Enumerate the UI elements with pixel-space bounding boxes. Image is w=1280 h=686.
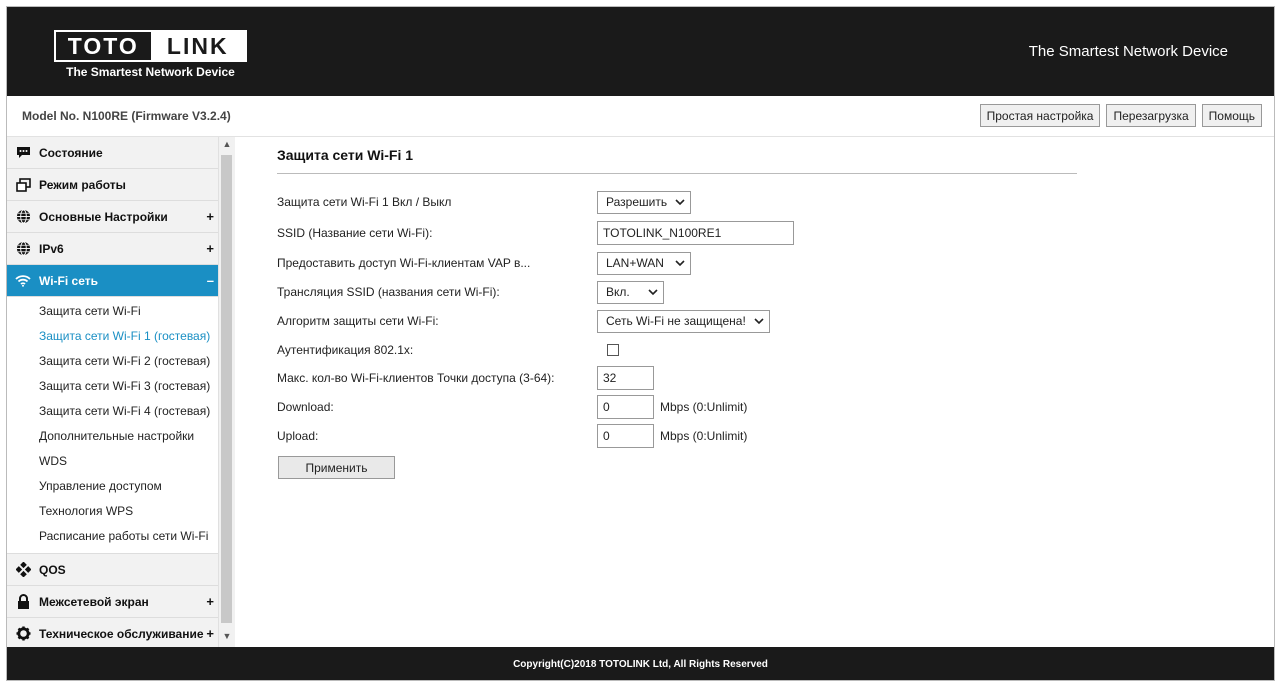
- page-title: Защита сети Wi-Fi 1: [277, 147, 414, 163]
- router-admin-window: TOTO LINK The Smartest Network Device Th…: [6, 6, 1275, 681]
- ssid-input[interactable]: TOTOLINK_N100RE1: [597, 221, 794, 245]
- form-row-max-clients: Макс. кол-во Wi-Fi-клиентов Точки доступ…: [277, 366, 1077, 390]
- globe-icon: [15, 241, 31, 257]
- vap-access-select[interactable]: LAN+WAN: [597, 251, 691, 275]
- expand-icon: +: [206, 209, 214, 224]
- reboot-button[interactable]: Перезагрузка: [1106, 104, 1196, 127]
- field-label: Алгоритм защиты сети Wi-Fi:: [277, 314, 439, 328]
- submenu-item-wifi-guest-3[interactable]: Защита сети Wi-Fi 3 (гостевая): [7, 374, 218, 399]
- chevron-down-icon: [648, 285, 658, 302]
- field-label: Upload:: [277, 429, 319, 443]
- form-row-ssid-broadcast: Трансляция SSID (названия сети Wi-Fi): В…: [277, 280, 1077, 304]
- form-row-encryption: Алгоритм защиты сети Wi-Fi: Сеть Wi-Fi н…: [277, 309, 1077, 333]
- sidebar-item-basic-settings[interactable]: Основные Настройки +: [7, 201, 218, 233]
- logo-subtitle: The Smartest Network Device: [66, 65, 235, 79]
- sidebar-item-ipv6[interactable]: IPv6 +: [7, 233, 218, 265]
- submenu-item-wds[interactable]: WDS: [7, 449, 218, 474]
- field-label: Аутентификация 802.1x:: [277, 343, 414, 357]
- submenu-item-wifi-security[interactable]: Защита сети Wi-Fi: [7, 299, 218, 324]
- field-label: SSID (Название сети Wi-Fi):: [277, 226, 433, 240]
- sidebar-item-mode[interactable]: Режим работы: [7, 169, 218, 201]
- form-row-upload: Upload: 0 Mbps (0:Unlimit): [277, 424, 1077, 448]
- form-row-vap-access: Предоставить доступ Wi-Fi-клиентам VAP в…: [277, 251, 1077, 275]
- sidebar-item-label: Wi-Fi сеть: [39, 273, 98, 288]
- download-unit: Mbps (0:Unlimit): [660, 400, 748, 414]
- field-label: Трансляция SSID (названия сети Wi-Fi):: [277, 285, 500, 299]
- field-label: Макс. кол-во Wi-Fi-клиентов Точки доступ…: [277, 371, 555, 385]
- chat-icon: [15, 145, 31, 161]
- model-number: Model No. N100RE (Firmware V3.2.4): [22, 109, 231, 123]
- submenu-item-wifi-guest-4[interactable]: Защита сети Wi-Fi 4 (гостевая): [7, 399, 218, 424]
- select-value: Сеть Wi-Fi не защищена!: [606, 314, 746, 328]
- easy-setup-button[interactable]: Простая настройка: [979, 104, 1101, 127]
- sidebar-item-label: Режим работы: [39, 177, 126, 192]
- chevron-down-icon: [675, 195, 685, 212]
- title-divider: [277, 173, 1077, 174]
- select-value: Разрешить: [606, 195, 668, 209]
- sidebar-item-label: QOS: [39, 562, 66, 577]
- submenu-item-advanced[interactable]: Дополнительные настройки: [7, 424, 218, 449]
- field-label: Предоставить доступ Wi-Fi-клиентам VAP в…: [277, 256, 531, 270]
- gear-icon: [15, 626, 31, 642]
- scrollbar-thumb[interactable]: [221, 155, 232, 623]
- upload-limit-input[interactable]: 0: [597, 424, 654, 448]
- chevron-down-icon: [754, 314, 764, 331]
- submenu-item-wifi-guest-2[interactable]: Защита сети Wi-Fi 2 (гостевая): [7, 349, 218, 374]
- wifi-submenu: Защита сети Wi-Fi Защита сети Wi-Fi 1 (г…: [7, 297, 218, 554]
- download-limit-input[interactable]: 0: [597, 395, 654, 419]
- expand-icon: +: [206, 626, 214, 641]
- sidebar-item-label: IPv6: [39, 241, 64, 256]
- expand-icon: +: [206, 594, 214, 609]
- logo-link: LINK: [150, 32, 245, 60]
- help-button[interactable]: Помощь: [1201, 104, 1262, 127]
- auth-8021x-checkbox[interactable]: [607, 344, 619, 356]
- sidebar-item-label: Основные Настройки: [39, 209, 168, 224]
- encryption-select[interactable]: Сеть Wi-Fi не защищена!: [597, 309, 770, 333]
- sidebar-item-label: Межсетевой экран: [39, 594, 149, 609]
- scroll-down-icon[interactable]: ▼: [222, 631, 232, 641]
- header-slogan: The Smartest Network Device: [1028, 43, 1228, 60]
- form-row-enable: Защита сети Wi-Fi 1 Вкл / Выкл Разрешить: [277, 190, 1077, 214]
- upload-unit: Mbps (0:Unlimit): [660, 429, 748, 443]
- sidebar-item-label: Техническое обслуживание: [39, 626, 204, 641]
- chevron-down-icon: [675, 256, 685, 273]
- apply-button[interactable]: Применить: [278, 456, 395, 479]
- copyright-text: Copyright(C)2018 TOTOLINK Ltd, All Right…: [513, 659, 768, 670]
- max-clients-input[interactable]: 32: [597, 366, 654, 390]
- sidebar-item-maintenance[interactable]: Техническое обслуживание +: [7, 618, 218, 647]
- sidebar-item-label: Состояние: [39, 145, 103, 160]
- submenu-item-wps[interactable]: Технология WPS: [7, 499, 218, 524]
- windows-icon: [15, 177, 31, 193]
- collapse-icon: –: [206, 273, 214, 288]
- sidebar-item-wifi[interactable]: Wi-Fi сеть –: [7, 265, 218, 297]
- sidebar-item-status[interactable]: Состояние: [7, 137, 218, 169]
- form-row-download: Download: 0 Mbps (0:Unlimit): [277, 395, 1077, 419]
- wifi-icon: [15, 273, 31, 289]
- totolink-logo: TOTO LINK: [54, 30, 247, 62]
- select-value: Вкл.: [606, 285, 630, 299]
- expand-icon: +: [206, 241, 214, 256]
- globe-icon: [15, 209, 31, 225]
- scroll-up-icon[interactable]: ▲: [222, 139, 232, 149]
- submenu-item-schedule[interactable]: Расписание работы сети Wi-Fi: [7, 524, 218, 549]
- field-label: Download:: [277, 400, 334, 414]
- submenu-item-wifi-guest-1[interactable]: Защита сети Wi-Fi 1 (гостевая): [7, 324, 218, 349]
- sidebar-item-qos[interactable]: QOS: [7, 554, 218, 586]
- footer: Copyright(C)2018 TOTOLINK Ltd, All Right…: [7, 647, 1274, 680]
- sidebar-item-firewall[interactable]: Межсетевой экран +: [7, 586, 218, 618]
- field-label: Защита сети Wi-Fi 1 Вкл / Выкл: [277, 195, 452, 209]
- form-row-8021x: Аутентификация 802.1x:: [277, 338, 1077, 362]
- qos-icon: [15, 562, 31, 578]
- select-value: LAN+WAN: [606, 256, 664, 270]
- submenu-item-access-control[interactable]: Управление доступом: [7, 474, 218, 499]
- model-bar: Model No. N100RE (Firmware V3.2.4) Прост…: [7, 96, 1274, 137]
- sidebar-scrollbar[interactable]: ▲ ▼: [218, 137, 235, 647]
- sidebar-nav: Состояние Режим работы Основные Настройк…: [7, 137, 219, 647]
- header: TOTO LINK The Smartest Network Device Th…: [7, 7, 1274, 96]
- ssid-broadcast-select[interactable]: Вкл.: [597, 280, 664, 304]
- logo-toto: TOTO: [67, 32, 139, 59]
- lock-icon: [15, 594, 31, 610]
- guest-wifi-enable-select[interactable]: Разрешить: [597, 190, 691, 214]
- form-row-ssid: SSID (Название сети Wi-Fi): TOTOLINK_N10…: [277, 221, 1077, 245]
